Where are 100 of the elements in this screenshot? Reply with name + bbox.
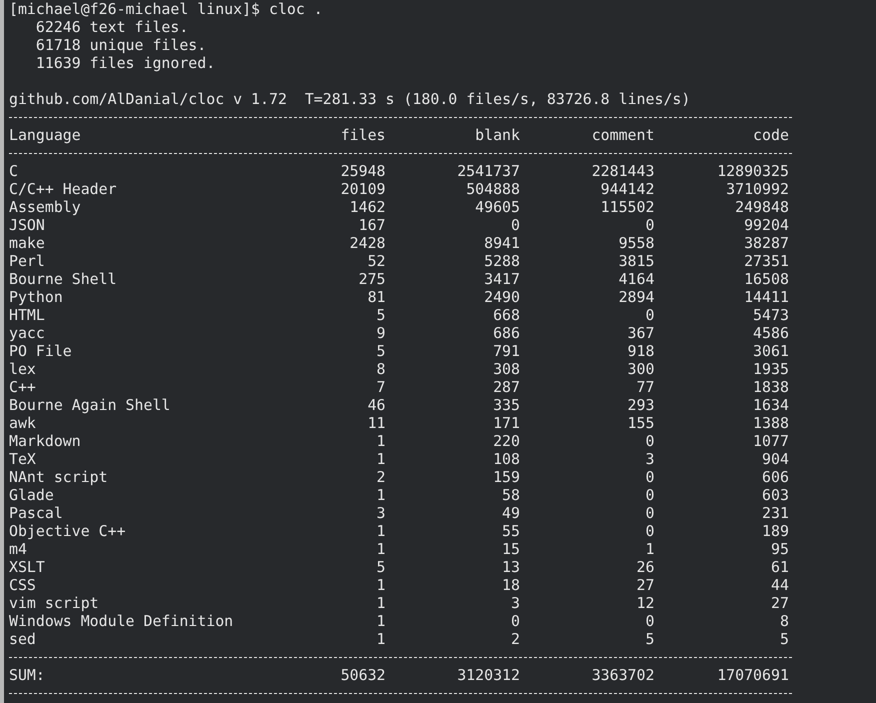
table-cell: 12 [636,594,654,612]
table-cell: 2 [376,468,386,486]
table-cell: vim script [9,594,99,612]
table-cell: lex [9,360,36,378]
table-cell: 20109 [340,180,386,198]
table-cell: 249848 [735,198,789,216]
table-cell: Assembly [9,198,81,216]
table-cell: 231 [762,504,789,522]
table-cell: Pascal [9,504,63,522]
table-cell: 95 [770,540,789,558]
table-cell: 44 [770,576,789,594]
table-cell: Bourne Shell [9,270,117,288]
table-cell: 5 [645,630,654,648]
table-cell: 2541737 [457,162,520,180]
table-cell: 308 [493,360,520,378]
column-header: comment [592,126,654,144]
table-cell: 3815 [618,252,654,270]
table-cell: 367 [628,324,654,342]
table-cell: 55 [502,522,520,540]
table-cell: 287 [493,378,520,396]
table-cell: 9 [376,324,386,342]
table-cell: 0 [645,612,654,630]
table-cell: 3 [376,504,386,522]
table-cell: 14411 [744,288,789,306]
table-cell: 1 [376,522,386,540]
table-cell: 3 [511,594,520,612]
table-cell: 3 [645,450,654,468]
table-cell: 1634 [753,396,789,414]
table-cell: 1 [376,630,386,648]
table-cell: 115502 [600,198,654,216]
table-cell: 5 [376,342,386,360]
table-cell: 2 [511,630,520,648]
table-cell: 8 [376,360,386,378]
table-cell: 52 [368,252,386,270]
table-cell: 38287 [744,234,789,252]
table-cell: 61 [770,558,789,576]
table-cell: 99204 [744,216,789,234]
sum-cell: 3363702 [592,666,654,684]
sum-cell: SUM: [9,666,45,684]
table-cell: C++ [9,378,36,396]
column-header: files [340,126,386,144]
table-cell: 686 [493,324,520,342]
table-cell: 1462 [350,198,386,216]
table-cell: 0 [511,216,520,234]
table-cell: 2281443 [592,162,654,180]
table-cell: 1 [376,450,386,468]
table-cell: 944142 [600,180,654,198]
table-cell: 5473 [753,306,789,324]
table-cell: Bourne Again Shell [9,396,170,414]
table-cell: 1 [376,486,386,504]
sum-cell: 50632 [340,666,386,684]
table-cell: 11 [368,414,386,432]
table-cell: 189 [762,522,789,540]
table-cell: sed [9,630,36,648]
table-cell: 8941 [484,234,520,252]
sum-cell: 3120312 [457,666,520,684]
table-cell: 49605 [475,198,520,216]
table-cell: 1 [376,612,386,630]
table-cell: 275 [358,270,386,288]
table-cell: 12890325 [717,162,789,180]
table-cell: 0 [645,468,654,486]
table-cell: HTML [9,306,45,324]
table-cell: 155 [628,414,654,432]
table-cell: m4 [9,540,27,558]
table-cell: 27 [770,594,789,612]
table-cell: 7 [376,378,386,396]
table-cell: yacc [9,324,45,342]
table-cell: 15 [502,540,520,558]
table-cell: 918 [628,342,654,360]
table-cell: 5 [376,306,386,324]
table-cell: XSLT [9,558,45,576]
column-header: blank [475,126,520,144]
table-cell: 27 [636,576,654,594]
table-cell: Objective C++ [9,522,126,540]
table-cell: 293 [628,396,654,414]
table-cell: 504888 [466,180,520,198]
table-cell: 25948 [340,162,386,180]
column-header: Language [9,126,81,144]
table-cell: 26 [636,558,654,576]
table-cell: 1077 [753,432,789,450]
table-cell: 1388 [753,414,789,432]
table-cell: 0 [645,432,654,450]
table-cell: 1 [376,576,386,594]
table-cell: 0 [645,216,654,234]
table-cell: 18 [502,576,520,594]
table-cell: 1 [645,540,654,558]
table-cell: 58 [502,486,520,504]
table-cell: 1 [376,540,386,558]
output-line: 11639 files ignored. [34,54,216,72]
table-cell: 0 [645,306,654,324]
table-cell: 1 [376,432,386,450]
table-cell: 77 [636,378,654,396]
table-cell: 5 [376,558,386,576]
table-cell: Markdown [9,432,81,450]
table-cell: 335 [493,396,520,414]
table-cell: 171 [493,414,520,432]
summary-line: github.com/AlDanial/cloc v 1.72 T=281.33 s (180.0 files/s, 83726.8 lines/s) [9,90,690,108]
table-cell: 220 [493,432,520,450]
table-cell: 46 [368,396,386,414]
table-cell: 668 [493,306,520,324]
